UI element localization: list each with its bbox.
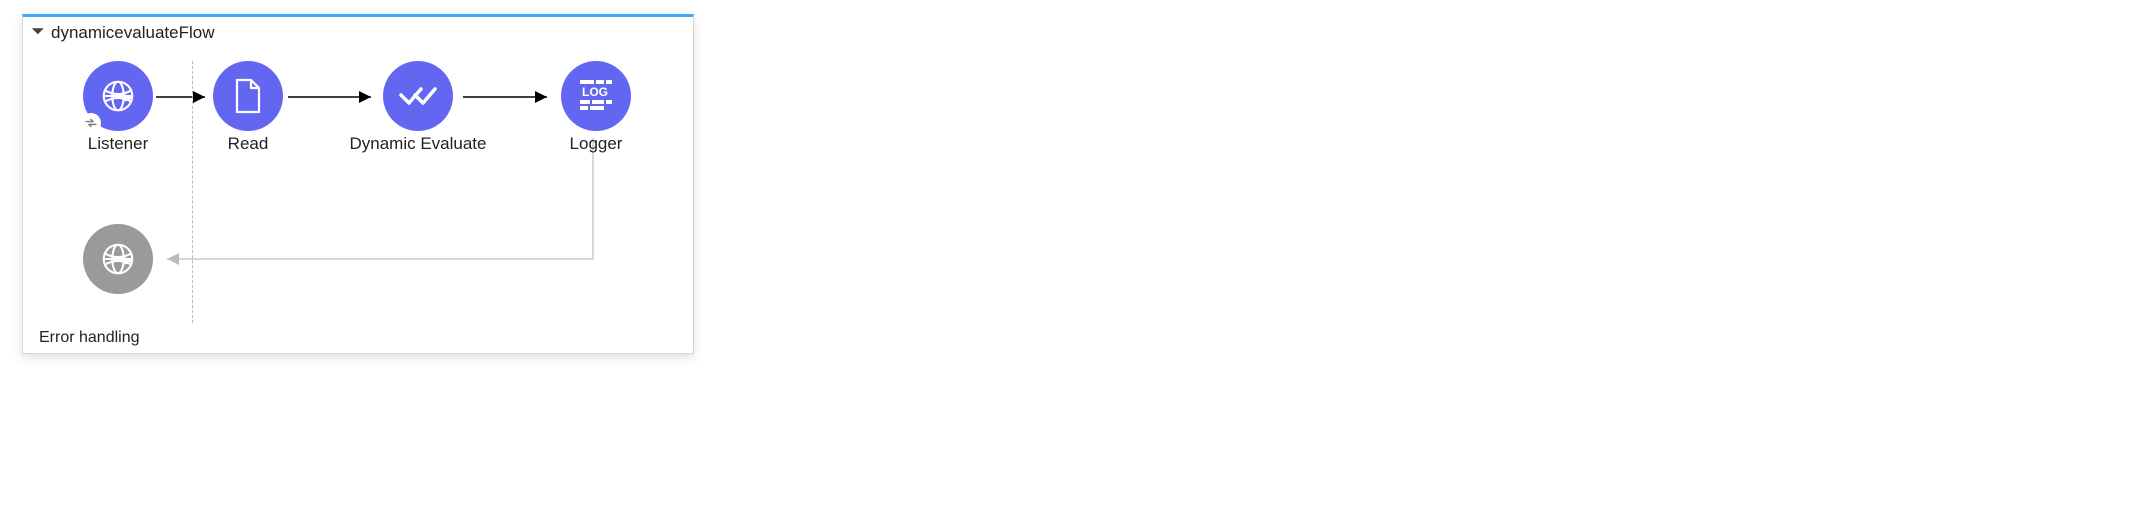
node-read[interactable]: Read [173,61,323,154]
node-label: Dynamic Evaluate [343,134,493,154]
node-dynamic-evaluate[interactable]: Dynamic Evaluate [343,61,493,154]
node-label: Listener [43,134,193,154]
error-handling-header[interactable]: Error handling [23,325,693,353]
evaluate-icon [383,61,453,131]
logger-icon: LOG [561,61,631,131]
node-response[interactable] [43,224,193,294]
flow-card[interactable]: dynamicevaluateFlow [22,14,694,354]
flow-title: dynamicevaluateFlow [51,23,214,43]
flow-header[interactable]: dynamicevaluateFlow [23,17,693,47]
collapse-toggle-icon[interactable] [32,28,44,40]
response-icon [83,224,153,294]
flow-canvas[interactable]: Listener Read Dynamic Evaluate [23,49,693,323]
node-label: Read [173,134,323,154]
node-label: Logger [521,134,671,154]
logger-text: LOG [582,85,608,99]
listener-icon [83,61,153,131]
exchange-badge-icon [81,113,101,133]
error-handling-title: Error handling [39,329,140,347]
node-logger[interactable]: LOG Logger [521,61,671,154]
file-icon [213,61,283,131]
node-listener[interactable]: Listener [43,61,193,154]
